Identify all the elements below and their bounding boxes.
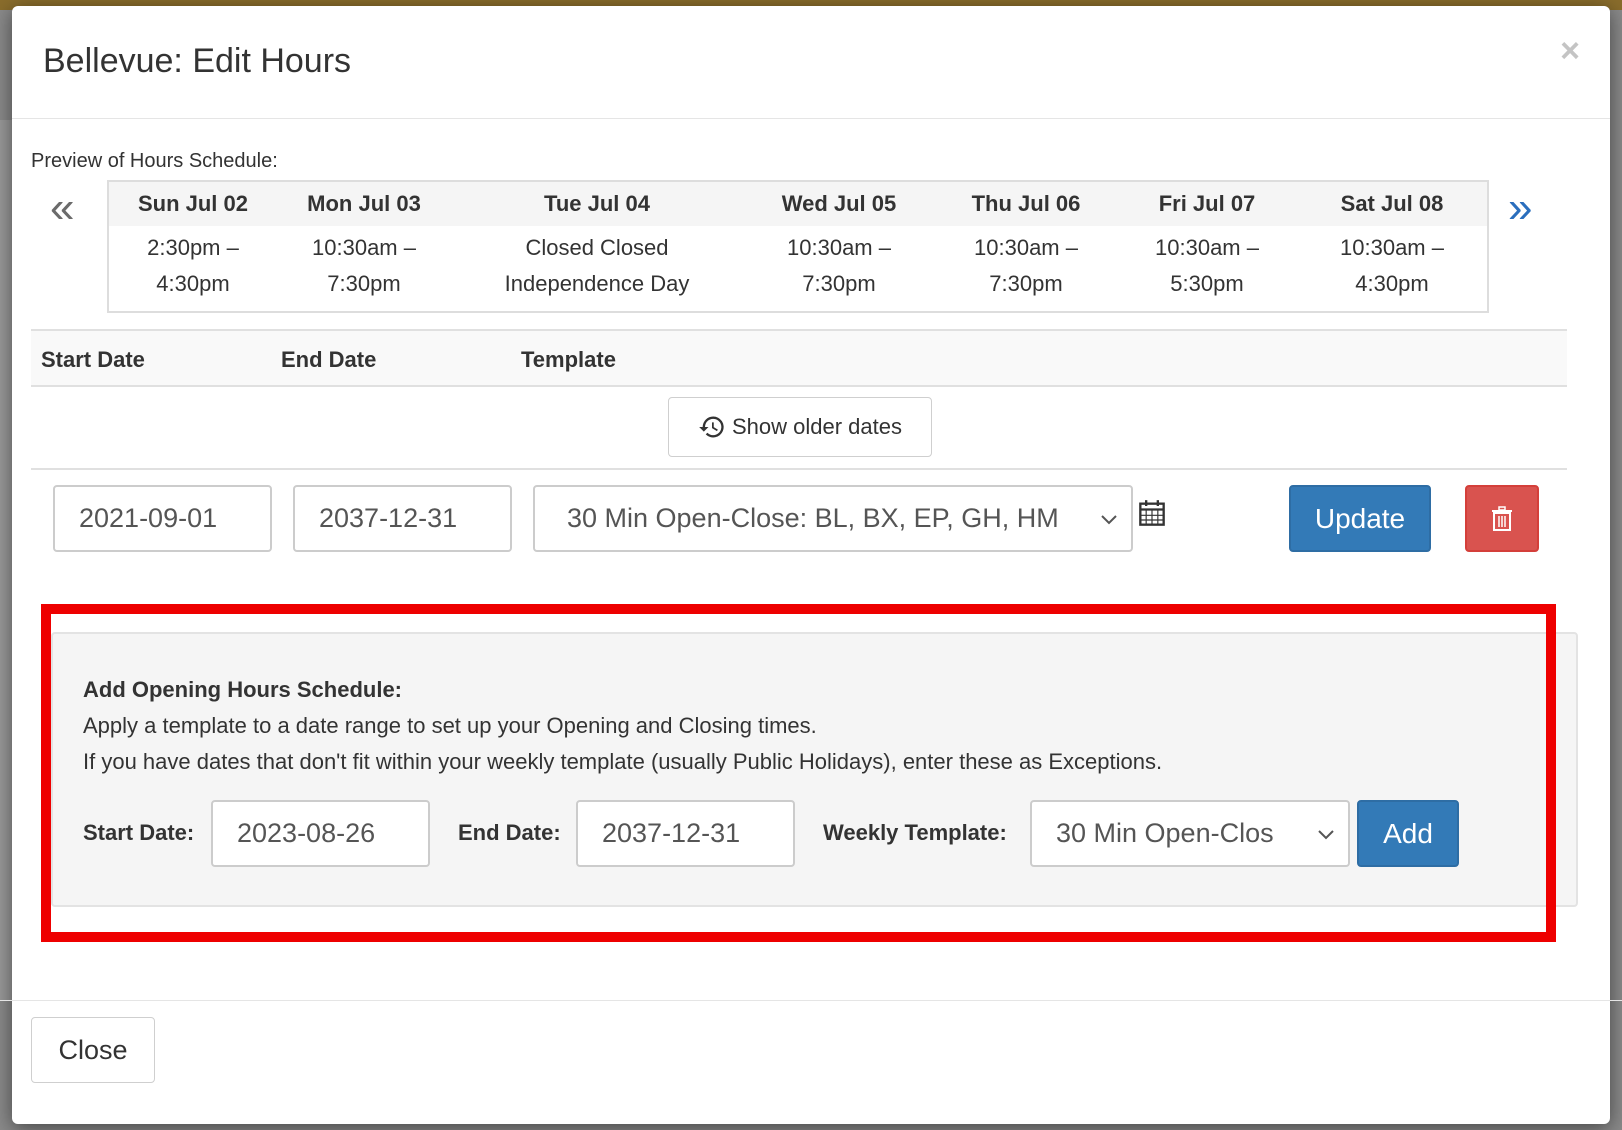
chevron-down-icon [1318,830,1334,840]
hours-line: Closed Closed [525,235,669,260]
preview-day-header: Tue Jul 04 [451,182,743,226]
preview-day-hours: 10:30am – 7:30pm [312,226,416,302]
hours-line: 10:30am – [312,235,416,260]
end-date-label: End Date: [458,820,561,845]
hours-line: 7:30pm [989,271,1063,296]
show-older-dates-button[interactable]: Show older dates [668,397,932,457]
hours-line: 10:30am – [1340,235,1444,260]
preview-day: Sun Jul 02 2:30pm – 4:30pm [109,182,277,311]
chevron-down-icon [1101,515,1117,525]
add-start-date-input[interactable]: 2023-08-26 [211,800,430,867]
preview-day-hours: 2:30pm – 4:30pm [147,226,239,302]
weekly-template-label: Weekly Template: [823,820,1007,845]
header-start-date: Start Date [41,347,145,372]
edit-hours-modal: Bellevue: Edit Hours × [12,6,1610,1124]
preview-day-hours: 10:30am – 7:30pm [787,226,891,302]
trash-icon [1492,505,1512,531]
hours-line: 4:30pm [1355,271,1429,296]
preview-label: Preview of Hours Schedule: [31,150,278,172]
preview-day: Sat Jul 08 10:30am – 4:30pm [1297,182,1487,311]
row-end-date-input[interactable]: 2037-12-31 [293,485,512,552]
next-week-icon[interactable]: » [1508,186,1532,230]
preview-day-hours: 10:30am – 7:30pm [974,226,1078,302]
preview-day: Wed Jul 05 10:30am – 7:30pm [743,182,935,311]
history-icon [699,416,724,438]
update-button[interactable]: Update [1289,485,1431,552]
calendar-icon[interactable] [1138,499,1166,527]
preview-day: Tue Jul 04 Closed Closed Independence Da… [451,182,743,311]
preview-day-header: Mon Jul 03 [277,182,451,226]
add-schedule-description: Apply a template to a date range to set … [83,713,817,738]
row-start-date-input[interactable]: 2021-09-01 [53,485,272,552]
row-template-value: 30 Min Open-Close: BL, BX, EP, GH, HM [567,503,1059,533]
prev-week-icon[interactable]: « [50,186,74,230]
preview-day-hours: 10:30am – 4:30pm [1340,226,1444,302]
row-template-select[interactable]: 30 Min Open-Close: BL, BX, EP, GH, HM [533,485,1133,552]
preview-day: Thu Jul 06 10:30am – 7:30pm [935,182,1117,311]
header-template: Template [521,347,616,372]
add-schedule-exceptions-note: If you have dates that don't fit within … [83,749,1163,774]
hours-line: 10:30am – [1155,235,1259,260]
hours-line: 7:30pm [327,271,401,296]
hours-line: 10:30am – [974,235,1078,260]
weekly-template-value: 30 Min Open-Clos [1056,818,1274,848]
hours-line: 4:30pm [156,271,230,296]
preview-day: Fri Jul 07 10:30am – 5:30pm [1117,182,1297,311]
weekly-template-select[interactable]: 30 Min Open-Clos [1030,800,1350,867]
add-button[interactable]: Add [1357,800,1459,867]
preview-day-hours: 10:30am – 5:30pm [1155,226,1259,302]
preview-day-hours: Closed Closed Independence Day [505,226,690,302]
hours-preview-table: Sun Jul 02 2:30pm – 4:30pm Mon Jul 03 10… [107,180,1489,313]
preview-day-header: Sun Jul 02 [109,182,277,226]
add-schedule-title: Add Opening Hours Schedule: [83,677,403,702]
hours-line: 5:30pm [1170,271,1244,296]
row-divider [31,468,1567,470]
close-button[interactable]: Close [31,1017,155,1083]
preview-day-header: Fri Jul 07 [1117,182,1297,226]
delete-button[interactable] [1465,485,1539,552]
add-end-date-input[interactable]: 2037-12-31 [576,800,795,867]
modal-header: Bellevue: Edit Hours × [12,6,1610,119]
header-end-date: End Date [281,347,377,372]
close-x-icon[interactable]: × [1560,34,1580,68]
preview-day-header: Thu Jul 06 [935,182,1117,226]
hours-line: 7:30pm [802,271,876,296]
preview-day: Mon Jul 03 10:30am – 7:30pm [277,182,451,311]
start-date-label: Start Date: [83,820,195,845]
preview-day-header: Sat Jul 08 [1297,182,1487,226]
modal-title: Bellevue: Edit Hours [43,42,352,80]
hours-line: 10:30am – [787,235,891,260]
hours-line: Independence Day [504,271,690,296]
hours-line: 2:30pm – [147,235,239,260]
modal-footer-divider [0,1000,1622,1001]
schedule-table-header: Start Date End Date Template [31,329,1567,387]
preview-day-header: Wed Jul 05 [743,182,935,226]
show-older-dates-label: Show older dates [732,414,902,439]
